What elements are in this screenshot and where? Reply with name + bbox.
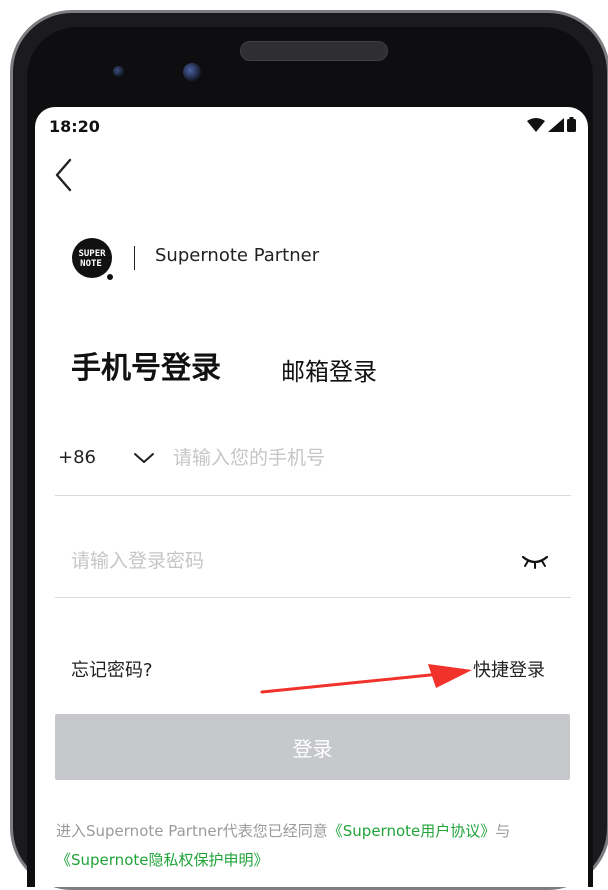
divider: [55, 495, 571, 496]
privacy-policy-link[interactable]: 《Supernote隐私权保护申明》: [56, 851, 268, 869]
quick-login-link[interactable]: 快捷登录: [473, 656, 545, 682]
tab-email-login[interactable]: 邮箱登录: [281, 352, 377, 387]
agreement-text: 进入Supernote Partner代表您已经同意《Supernote用户协议…: [56, 817, 571, 875]
app-screen: 18:20 SUPER NOTE Supernote Partner 手机号登录…: [35, 107, 588, 887]
supernote-logo: SUPER NOTE: [72, 238, 113, 280]
brand-separator: [134, 246, 135, 270]
cell-signal-icon: [548, 117, 564, 132]
svg-text:SUPER: SUPER: [78, 249, 106, 259]
red-annotation-arrow: [260, 664, 472, 694]
tab-phone-login[interactable]: 手机号登录: [71, 343, 221, 387]
earpiece-speaker: [240, 41, 388, 61]
login-button[interactable]: 登录: [55, 714, 570, 780]
status-icons: [527, 117, 576, 132]
user-agreement-link[interactable]: 《Supernote用户协议》: [328, 822, 495, 840]
sensor-icon: [113, 66, 124, 77]
status-time: 18:20: [49, 117, 100, 136]
chevron-left-icon[interactable]: [52, 157, 76, 193]
agreement-prefix: 进入Supernote Partner代表您已经同意: [56, 822, 328, 840]
front-camera-icon: [183, 63, 201, 81]
forgot-password-link[interactable]: 忘记密码?: [71, 656, 153, 682]
wifi-icon: [527, 117, 545, 132]
eye-closed-icon[interactable]: [520, 549, 550, 571]
country-code-selector[interactable]: +86: [58, 447, 96, 468]
password-input[interactable]: [71, 546, 491, 576]
svg-text:NOTE: NOTE: [80, 259, 102, 269]
agreement-conjunction: 与: [495, 822, 511, 840]
brand-name: Supernote Partner: [155, 245, 320, 266]
chevron-down-icon[interactable]: [133, 447, 155, 469]
divider: [55, 597, 571, 598]
battery-icon: [567, 117, 576, 132]
phone-number-input[interactable]: [173, 443, 553, 473]
